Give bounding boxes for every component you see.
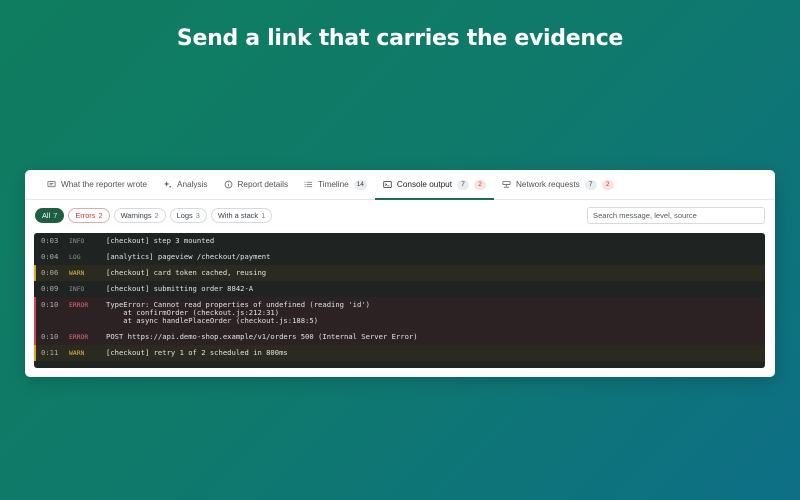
log-time: 0:03 bbox=[41, 236, 59, 245]
filter-all[interactable]: All 7 bbox=[35, 207, 65, 223]
network-error-count-badge: 2 bbox=[601, 179, 614, 190]
log-message: [checkout] card token cached, reusing bbox=[106, 268, 267, 277]
log-time: 0:10 bbox=[41, 332, 59, 341]
log-row: 0:03 INFO [checkout] step 3 mounted bbox=[34, 233, 765, 249]
log-message: [checkout] retry 1 of 2 scheduled in 800… bbox=[106, 348, 288, 357]
tab-label: Console output bbox=[396, 180, 452, 189]
filter-label: Logs bbox=[176, 210, 193, 220]
info-icon bbox=[224, 180, 233, 189]
tab-label: Network requests bbox=[516, 180, 580, 189]
tab-reporter[interactable]: What the reporter wrote bbox=[39, 170, 155, 199]
filter-logs[interactable]: Logs 3 bbox=[169, 207, 207, 223]
page-headline: Send a link that carries the evidence bbox=[176, 26, 624, 51]
log-time: 0:06 bbox=[41, 268, 59, 277]
log-level: ERROR bbox=[69, 301, 89, 309]
log-level: INFO bbox=[69, 285, 85, 293]
log-row: 0:10 ERROR TypeError: Cannot read proper… bbox=[34, 297, 765, 329]
log-row: 0:11 WARN [checkout] retry 1 of 2 schedu… bbox=[34, 345, 765, 361]
log-time: 0:11 bbox=[41, 348, 59, 357]
filter-with-stack[interactable]: With a stack 1 bbox=[210, 207, 273, 223]
network-count-badge: 7 bbox=[584, 179, 597, 190]
log-level: WARN bbox=[69, 269, 85, 277]
tab-label: Report details bbox=[237, 180, 289, 189]
log-row: 0:10 ERROR POST https://api.demo-shop.ex… bbox=[34, 329, 765, 345]
log-row: 0:04 LOG [analytics] pageview /checkout/… bbox=[34, 249, 765, 265]
list-icon bbox=[304, 180, 313, 189]
log-message: [checkout] submitting order 8842-A bbox=[106, 284, 254, 293]
filter-count: 2 bbox=[98, 210, 103, 220]
timeline-count-badge: 14 bbox=[353, 179, 367, 190]
tab-label: What the reporter wrote bbox=[61, 180, 148, 189]
tab-label: Analysis bbox=[177, 180, 208, 189]
tab-analysis[interactable]: Analysis bbox=[155, 170, 216, 199]
search-input[interactable] bbox=[587, 207, 765, 224]
message-icon bbox=[47, 180, 56, 189]
filter-bar: All 7 Errors 2 Warnings 2 Logs 3 With a … bbox=[25, 200, 775, 230]
log-level: ERROR bbox=[69, 333, 89, 341]
log-message: TypeError: Cannot read properties of und… bbox=[106, 300, 370, 325]
log-message: [checkout] step 3 mounted bbox=[106, 236, 215, 245]
log-level: LOG bbox=[69, 253, 81, 261]
tab-report-details[interactable]: Report details bbox=[216, 170, 297, 199]
log-message: [analytics] pageview /checkout/payment bbox=[106, 252, 271, 261]
filter-count: 1 bbox=[261, 210, 266, 220]
log-row: 0:06 WARN [checkout] card token cached, … bbox=[34, 265, 765, 281]
console-count-badge: 7 bbox=[457, 179, 469, 190]
sparkle-icon bbox=[163, 180, 172, 189]
console-output-panel[interactable]: 0:03 INFO [checkout] step 3 mounted 0:04… bbox=[34, 233, 765, 368]
log-time: 0:09 bbox=[41, 284, 59, 293]
network-icon bbox=[502, 180, 511, 189]
filter-count: 2 bbox=[154, 210, 159, 220]
filter-count: 7 bbox=[53, 210, 58, 220]
log-row: 0:09 INFO [checkout] submitting order 88… bbox=[34, 281, 765, 297]
filter-label: All bbox=[42, 210, 51, 220]
report-card: What the reporter wrote Analysis Report … bbox=[25, 170, 775, 377]
tab-console-output[interactable]: Console output 7 2 bbox=[374, 170, 495, 200]
log-time: 0:10 bbox=[41, 300, 59, 309]
filter-label: Warnings bbox=[120, 210, 152, 220]
log-time: 0:04 bbox=[41, 252, 59, 261]
console-error-count-badge: 2 bbox=[474, 179, 486, 190]
tab-timeline[interactable]: Timeline 14 bbox=[296, 170, 375, 199]
terminal-icon bbox=[383, 180, 392, 189]
filter-count: 3 bbox=[195, 210, 200, 220]
filter-label: With a stack bbox=[217, 210, 259, 220]
log-message: POST https://api.demo-shop.example/v1/or… bbox=[106, 332, 418, 341]
tab-label: Timeline bbox=[318, 180, 349, 189]
tab-network-requests[interactable]: Network requests 7 2 bbox=[494, 170, 622, 199]
log-level: WARN bbox=[69, 349, 85, 357]
log-level: INFO bbox=[69, 237, 85, 245]
tab-bar: What the reporter wrote Analysis Report … bbox=[25, 170, 775, 200]
filter-errors[interactable]: Errors 2 bbox=[68, 207, 110, 223]
filter-warnings[interactable]: Warnings 2 bbox=[113, 207, 166, 223]
filter-label: Errors bbox=[75, 210, 96, 220]
